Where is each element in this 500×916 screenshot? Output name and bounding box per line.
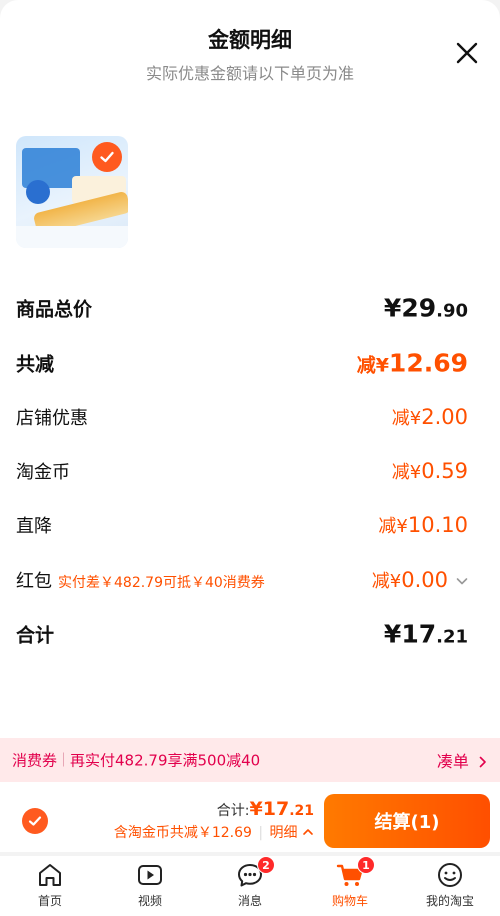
hongbao-label-group: 红包 实付差￥482.79可抵￥40消费券 — [16, 567, 265, 593]
chevron-down-icon[interactable] — [456, 572, 468, 585]
row-total-price: 商品总价 ¥29.90 — [16, 290, 468, 326]
select-all-check-icon[interactable] — [22, 808, 48, 834]
row-subtotal: 合计 ¥17.21 — [16, 616, 468, 652]
plate-graphic — [16, 226, 128, 248]
close-icon[interactable] — [454, 40, 480, 66]
sheet-subtitle: 实际优惠金额请以下单页为准 — [145, 64, 354, 83]
checkout-bar: 合计:¥17.21 含淘金币共减￥12.69 | 明细 结算(1) — [0, 790, 500, 852]
message-badge: 2 — [257, 856, 275, 874]
chevron-up-icon — [303, 829, 313, 835]
row-shop-discount: 店铺优惠 减¥ 2.00 — [16, 399, 468, 435]
product-thumbnail[interactable] — [16, 136, 128, 248]
checkout-button[interactable]: 结算(1) — [324, 794, 490, 848]
hongbao-note: 实付差￥482.79可抵￥40消费券 — [58, 575, 265, 591]
my-taobao-icon — [435, 860, 465, 890]
hongbao-label: 红包 — [16, 571, 52, 592]
row-taojinbi: 淘金币 减¥ 0.59 — [16, 453, 468, 489]
tab-my-taobao[interactable]: 我的淘宝 — [400, 860, 500, 916]
direct-drop-value: 减¥ 10.10 — [378, 513, 468, 537]
message-icon: 2 — [235, 856, 275, 890]
bottom-tab-bar: 首页 视频 2 消息 1 购物车 我的淘宝 — [0, 856, 500, 916]
checkout-reduce-note: 含淘金币共减￥12.69 | 明细 — [114, 822, 314, 842]
cart-badge: 1 — [357, 856, 375, 874]
cart-icon: 1 — [335, 856, 375, 890]
detail-toggle[interactable]: 明细 — [270, 825, 314, 841]
taojinbi-label: 淘金币 — [16, 462, 70, 483]
home-icon — [35, 860, 65, 890]
discount-badge-graphic — [26, 180, 50, 204]
subtotal-value: ¥17.21 — [383, 619, 468, 649]
tab-message[interactable]: 2 消息 — [200, 856, 300, 916]
row-total-reduce: 共减 减¥ 12.69 — [16, 345, 468, 381]
amount-detail-sheet: 金额明细 实际优惠金额请以下单页为准 商品总价 ¥29.90 共减 减¥ 12.6… — [0, 0, 500, 790]
tab-home[interactable]: 首页 — [0, 860, 100, 916]
tab-cart[interactable]: 1 购物车 — [300, 856, 400, 916]
coupon-tag: 消费券 — [12, 751, 58, 770]
row-direct-drop: 直降 减¥ 10.10 — [16, 507, 468, 543]
total-price-label: 商品总价 — [16, 298, 93, 321]
checkout-summary: 合计:¥17.21 含淘金币共减￥12.69 | 明细 — [114, 798, 314, 842]
shop-discount-value: 减¥ 2.00 — [391, 405, 468, 429]
sheet-title: 金额明细 — [208, 28, 292, 52]
tab-video[interactable]: 视频 — [100, 860, 200, 916]
coudan-link[interactable]: 凑单 — [437, 748, 488, 772]
subtotal-label: 合计 — [16, 624, 55, 647]
hongbao-value[interactable]: 减¥ 0.00 — [372, 567, 468, 593]
product-selected-check-icon[interactable] — [92, 142, 122, 172]
taojinbi-value: 减¥ 0.59 — [391, 459, 468, 483]
row-hongbao[interactable]: 红包 实付差￥482.79可抵￥40消费券 减¥ 0.00 — [16, 562, 468, 598]
coupon-bar[interactable]: 消费券 再实付482.79享满500减40 凑单 — [0, 738, 500, 782]
chevron-right-icon — [479, 756, 486, 768]
coupon-bar-text: 消费券 再实付482.79享满500减40 — [12, 750, 260, 771]
video-icon — [135, 860, 165, 890]
coupon-divider — [63, 752, 65, 767]
total-reduce-label: 共减 — [16, 353, 55, 376]
shop-discount-label: 店铺优惠 — [16, 408, 88, 429]
total-price-value: ¥29.90 — [383, 293, 468, 323]
direct-drop-label: 直降 — [16, 516, 52, 537]
checkout-total: 合计:¥17.21 — [216, 798, 314, 820]
coupon-message: 再实付482.79享满500减40 — [70, 751, 261, 770]
total-reduce-value: 减¥ 12.69 — [356, 348, 468, 378]
